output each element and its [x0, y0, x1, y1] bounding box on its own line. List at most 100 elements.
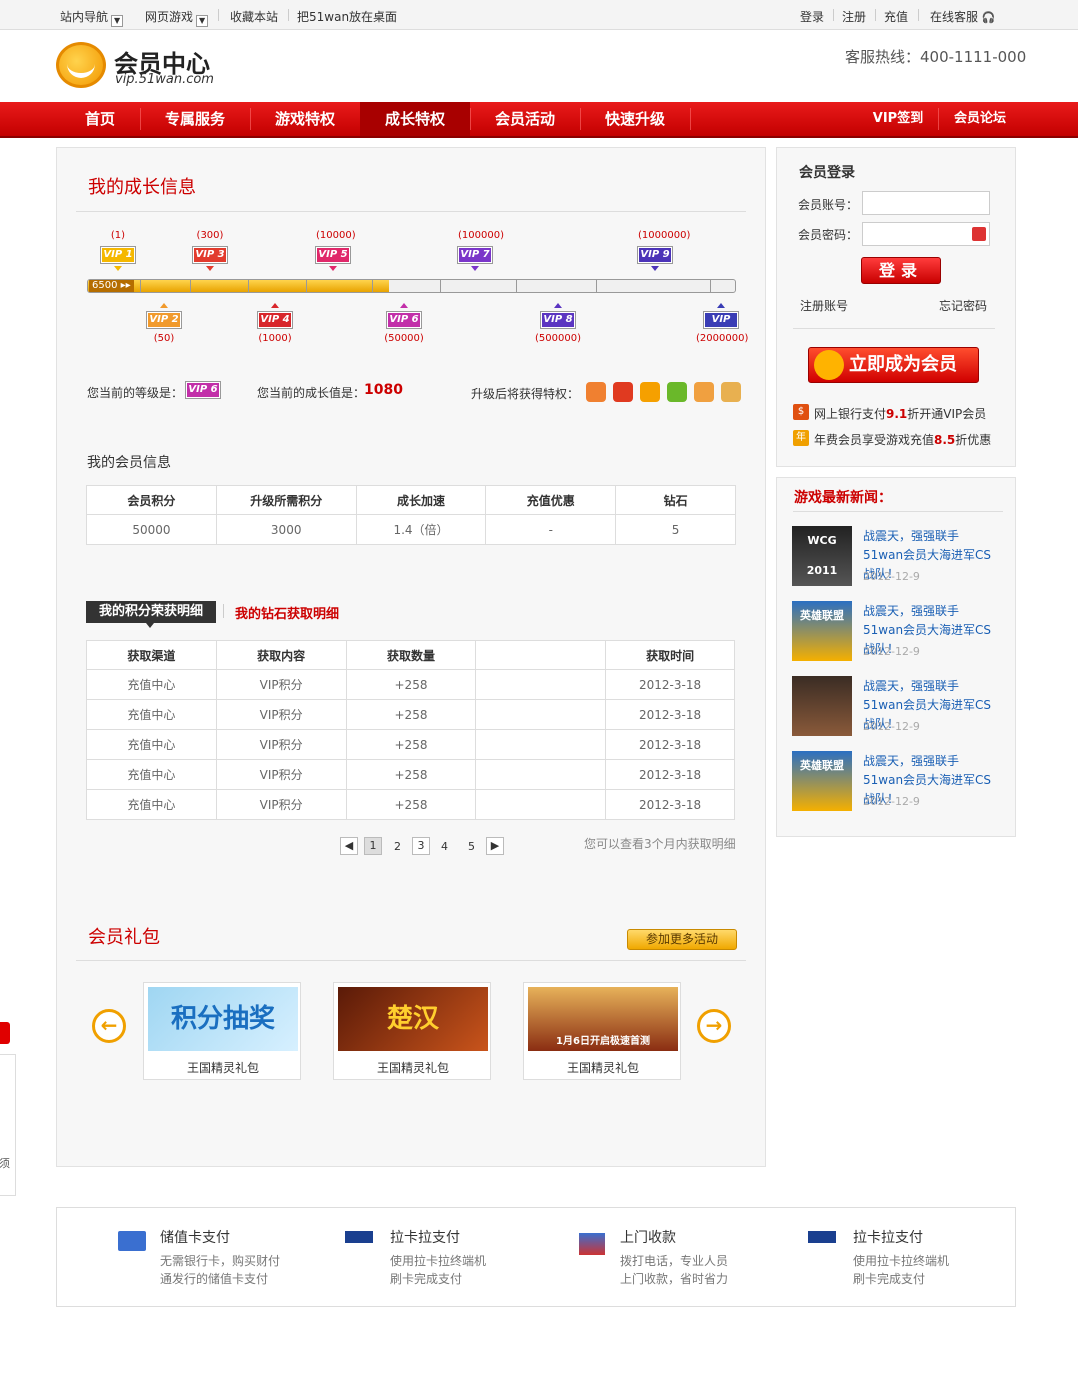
swords-icon[interactable] [586, 382, 606, 402]
divider [793, 511, 1003, 512]
tab-diamond-records[interactable]: 我的钻石获取明细 [235, 603, 339, 622]
vip-level-badge: VIP 1 [100, 246, 136, 264]
side-tab[interactable] [0, 1022, 10, 1044]
table-cell: 2012-3-18 [605, 789, 735, 820]
table-cell: +258 [345, 699, 477, 730]
page-2[interactable]: 2 [394, 840, 401, 853]
nav-game-privilege[interactable]: 游戏特权 [250, 102, 360, 136]
payment-desc-line: 刷卡完成支付 [853, 1272, 926, 1286]
bar-segment-divider [190, 280, 191, 292]
page-1[interactable]: 1 [364, 837, 382, 855]
news-thumbnail[interactable]: 英雄联盟 [792, 751, 852, 811]
recharge-link[interactable]: 充值 [884, 8, 908, 25]
vip-level-badge: VIP 10 [703, 311, 739, 339]
table-cell: - [485, 514, 617, 545]
table-cell: 5 [615, 514, 736, 545]
next-page-button[interactable]: ▶ [486, 837, 504, 855]
nav-exclusive-service[interactable]: 专属服务 [140, 102, 250, 136]
table-cell: 充值中心 [86, 699, 217, 730]
game-icon[interactable] [640, 382, 660, 402]
table-cell: VIP积分 [215, 759, 347, 790]
arrow-right-icon[interactable]: → [697, 1009, 731, 1043]
gift-icon[interactable] [694, 382, 714, 402]
page-5[interactable]: 5 [468, 840, 475, 853]
divider [76, 211, 746, 212]
nav-home[interactable]: 首页 [60, 102, 140, 136]
desktop-shortcut-link[interactable]: 把51wan放在桌面 [297, 8, 397, 25]
level-pointer [471, 266, 479, 271]
gift-card[interactable]: 积分抽奖 王国精灵礼包 [143, 982, 301, 1080]
lock-icon[interactable] [972, 227, 986, 241]
register-account-link[interactable]: 注册账号 [800, 297, 848, 314]
column-header: 获取时间 [605, 640, 735, 670]
table-cell: VIP积分 [215, 729, 347, 760]
column-header: 获取内容 [215, 640, 347, 670]
promo-number: 8.5 [934, 433, 956, 447]
login-button[interactable]: 登录 [861, 257, 941, 284]
lakala-icon [345, 1231, 373, 1243]
nav-member-activity[interactable]: 会员活动 [470, 102, 580, 136]
nav-member-forum[interactable]: 会员论坛 [942, 102, 1018, 136]
nav-quick-upgrade[interactable]: 快速升级 [580, 102, 690, 136]
promo-text: 折优惠 [955, 433, 992, 447]
payment-title[interactable]: 储值卡支付 [160, 1227, 230, 1247]
gift-card[interactable]: 1月6日开启极速首测 王国精灵礼包 [523, 982, 681, 1080]
login-link[interactable]: 登录 [800, 8, 824, 25]
password-input[interactable] [862, 222, 990, 246]
news-thumbnail[interactable]: WCG 2011 [792, 526, 852, 586]
table-cell: 2012-3-18 [605, 759, 735, 790]
payment-title[interactable]: 拉卡拉支付 [853, 1227, 923, 1247]
forgot-password-link[interactable]: 忘记密码 [939, 297, 987, 314]
payment-title[interactable]: 拉卡拉支付 [390, 1227, 460, 1247]
bar-segment-divider [140, 280, 141, 292]
bookmark-link[interactable]: 收藏本站 [230, 8, 278, 25]
site-nav-menu[interactable]: 站内导航 ▼ [60, 8, 124, 27]
divider [76, 960, 746, 961]
divider [793, 328, 995, 329]
promo-bank: 网上银行支付9.1折开通VIP会员 [814, 405, 986, 422]
current-level-label: 您当前的等级是： [87, 386, 184, 400]
level-pointer [114, 266, 122, 271]
news-thumbnail[interactable]: 英雄联盟 [792, 601, 852, 661]
table-cell: VIP积分 [215, 699, 347, 730]
divider [938, 108, 939, 130]
level-threshold: (50) [153, 333, 175, 344]
web-games-menu[interactable]: 网页游戏 ▼ [145, 8, 209, 27]
book-icon[interactable] [721, 382, 741, 402]
current-growth-value: 1080 [364, 382, 403, 398]
vip-level-badge: VIP 5 [315, 246, 351, 264]
table-cell [475, 699, 607, 730]
table-header-row: 会员积分 升级所需积分 成长加速 充值优惠 钻石 [86, 485, 736, 515]
vip-level-badge: VIP 7 [457, 246, 493, 264]
arrow-left-icon[interactable]: ← [92, 1009, 126, 1043]
online-service-link[interactable]: 在线客服 🎧 [930, 8, 996, 25]
table-cell: +258 [345, 759, 477, 790]
table-cell: +258 [345, 729, 477, 760]
logo-domain: vip.51wan.com [115, 72, 214, 87]
page-4[interactable]: 4 [441, 840, 448, 853]
vip-level-badge: VIP 9 [637, 246, 673, 264]
level-threshold: (10000) [316, 230, 356, 241]
account-input[interactable] [862, 191, 990, 215]
prev-page-button[interactable]: ◀ [340, 837, 358, 855]
nav-growth-privilege[interactable]: 成长特权 [360, 102, 470, 136]
page-3[interactable]: 3 [412, 837, 430, 855]
table-row: 充值中心 VIP积分 +258 2012-3-18 [86, 759, 735, 790]
gift-card[interactable]: 楚汉 王国精灵礼包 [333, 982, 491, 1080]
table-cell: 2012-3-18 [605, 729, 735, 760]
tab-points-records[interactable]: 我的积分荣获明细 [86, 601, 216, 623]
news-date: 2012-12-9 [863, 645, 920, 658]
payment-desc: 使用拉卡拉终端机 刷卡完成支付 [390, 1252, 486, 1288]
news-thumbnail[interactable] [792, 676, 852, 736]
payment-desc-line: 刷卡完成支付 [390, 1272, 463, 1286]
side-box: 须 [0, 1054, 16, 1196]
bank-icon: $ [793, 404, 809, 420]
smile-logo-icon[interactable] [56, 42, 106, 88]
discount-icon[interactable] [613, 382, 633, 402]
service-icon[interactable] [667, 382, 687, 402]
register-link[interactable]: 注册 [842, 8, 866, 25]
payment-title[interactable]: 上门收款 [620, 1227, 676, 1247]
more-activities-button[interactable]: 参加更多活动 [627, 929, 737, 950]
vip-level-badge: VIP 4 [257, 311, 293, 329]
nav-vip-checkin[interactable]: VIP签到 [860, 102, 936, 136]
